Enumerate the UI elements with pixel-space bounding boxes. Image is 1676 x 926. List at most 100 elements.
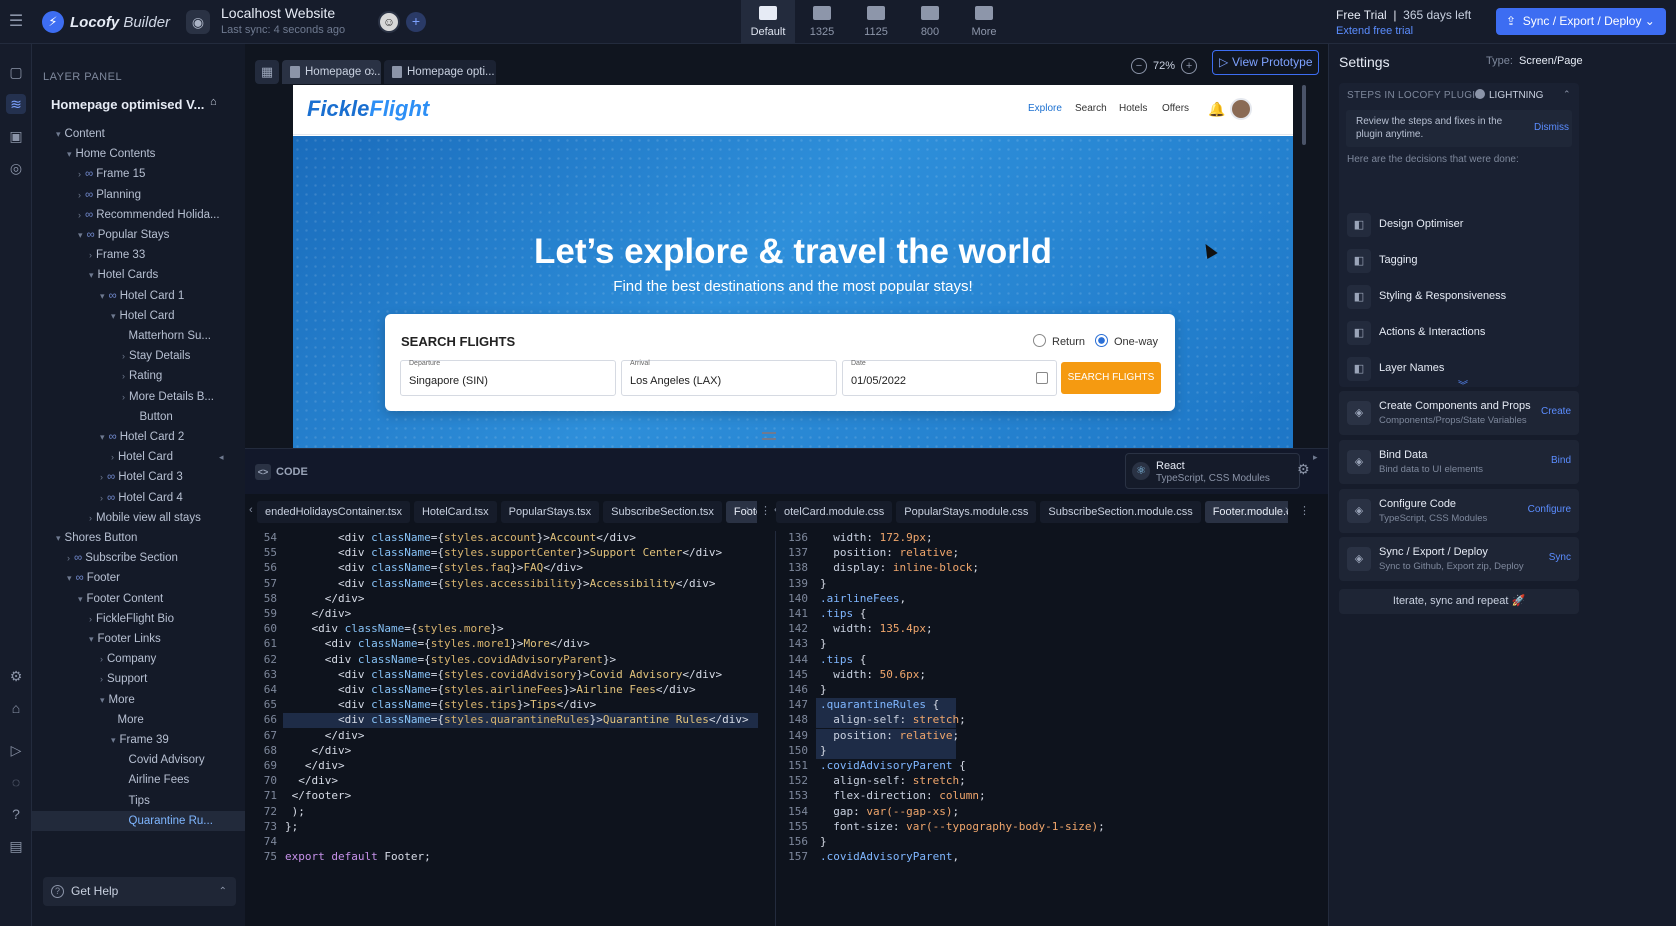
card-action-link[interactable]: Bind: [1551, 455, 1571, 466]
collapse-left-icon[interactable]: ◂: [219, 452, 224, 463]
grid-icon[interactable]: ▦: [255, 60, 279, 84]
card-action-link[interactable]: Create: [1541, 406, 1571, 417]
tsx-editor[interactable]: 54 <div className={styles.account}>Accou…: [245, 531, 770, 926]
get-help-button[interactable]: ? Get Help ⌃: [43, 877, 236, 906]
layer-item[interactable]: › Company: [32, 649, 245, 669]
file-tab[interactable]: endedHolidaysContainer.tsx: [257, 501, 410, 523]
layer-item[interactable]: › Support: [32, 669, 245, 689]
layer-item[interactable]: Covid Advisory: [32, 750, 245, 770]
caret-down-icon[interactable]: ▾: [100, 291, 105, 301]
more-vertical-icon[interactable]: ⋮: [1299, 504, 1310, 517]
layer-item[interactable]: ▾ Hotel Cards: [32, 265, 245, 285]
caret-right-icon[interactable]: ›: [122, 371, 125, 381]
caret-right-icon[interactable]: ›: [67, 553, 70, 563]
layer-item[interactable]: › Hotel Card: [32, 447, 245, 467]
caret-right-icon[interactable]: ›: [89, 513, 92, 523]
file-tab[interactable]: otelCard.module.css: [776, 501, 893, 523]
card-sync[interactable]: ◈ Sync / Export / Deploy Sync to Github, E…: [1339, 537, 1579, 581]
layer-item[interactable]: › ∞ Recommended Holida...: [32, 205, 245, 225]
file-tab[interactable]: PopularStays.module.css: [896, 501, 1037, 523]
step-styling-responsiveness[interactable]: ◧ Styling & Responsiveness: [1339, 281, 1579, 313]
layer-item[interactable]: › Rating: [32, 366, 245, 386]
home-icon[interactable]: ⌂: [6, 698, 26, 718]
preview-avatar[interactable]: [1230, 98, 1252, 120]
nav-hotels[interactable]: Hotels: [1119, 103, 1147, 114]
caret-right-icon[interactable]: ›: [78, 169, 81, 179]
preview-scrollbar[interactable]: [1302, 85, 1306, 145]
caret-down-icon[interactable]: ▾: [67, 573, 72, 583]
menu-icon[interactable]: ☰: [6, 12, 26, 32]
device-1325[interactable]: 1325: [795, 0, 849, 43]
bell-icon[interactable]: 🔔: [1208, 101, 1225, 118]
file-tab[interactable]: PopularStays.tsx: [500, 501, 600, 523]
card-configure[interactable]: ◈ Configure Code TypeScript, CSS Modules Co…: [1339, 489, 1579, 533]
device-800[interactable]: 800: [903, 0, 957, 43]
file-tab[interactable]: SubscribeSection.module.css: [1040, 501, 1201, 523]
nav-offers[interactable]: Offers: [1162, 103, 1189, 114]
layer-item[interactable]: Quarantine Ru...: [32, 810, 245, 831]
caret-right-icon[interactable]: ›: [111, 452, 114, 462]
layer-item[interactable]: Matterhorn Su...: [32, 326, 245, 346]
add-collaborator-icon[interactable]: +: [406, 12, 426, 32]
radio-return[interactable]: Return: [1033, 334, 1085, 348]
css-editor[interactable]: 136 width: 172.9px; 137 position: relativ…: [775, 531, 1328, 926]
caret-down-icon[interactable]: ▾: [89, 634, 94, 644]
layer-item[interactable]: ▾ Frame 39: [32, 730, 245, 750]
dismiss-link[interactable]: Dismiss: [1534, 122, 1569, 133]
sync-export-deploy-button[interactable]: ⇪ Sync / Export / Deploy ⌄: [1496, 8, 1666, 35]
step-design-optimiser[interactable]: ◧ Design Optimiser: [1339, 209, 1579, 241]
extend-trial-link[interactable]: Extend free trial: [1336, 25, 1413, 37]
layer-item[interactable]: › ∞ Frame 15: [32, 164, 245, 184]
caret-right-icon[interactable]: ›: [122, 392, 125, 402]
nav-explore[interactable]: Explore: [1028, 103, 1062, 114]
zoom-out-icon[interactable]: −: [1131, 58, 1147, 74]
layer-item[interactable]: ▾ Footer Links: [32, 629, 245, 649]
card-action-link[interactable]: Configure: [1528, 504, 1571, 515]
layer-item[interactable]: ▾ ∞ Popular Stays: [32, 225, 245, 245]
layer-item[interactable]: Button: [32, 407, 245, 427]
chevron-right-icon[interactable]: ›: [1285, 504, 1289, 516]
device-default[interactable]: Default: [741, 0, 795, 43]
layer-item[interactable]: ▾ Footer Content: [32, 589, 245, 609]
radio-one-way[interactable]: One-way: [1095, 334, 1158, 348]
code-settings-icon[interactable]: ⚙: [1297, 461, 1310, 478]
chevron-up-icon[interactable]: ⌃: [1563, 89, 1571, 100]
device-1125[interactable]: 1125: [849, 0, 903, 43]
card-action-link[interactable]: Sync: [1549, 552, 1571, 563]
design-preview[interactable]: FickleFlight Explore Search Hotels Offer…: [293, 85, 1293, 459]
caret-right-icon[interactable]: ›: [78, 210, 81, 220]
framework-selector[interactable]: ⚛ React TypeScript, CSS Modules: [1125, 453, 1300, 489]
view-prototype-button[interactable]: ▷ View Prototype: [1212, 50, 1319, 75]
caret-right-icon[interactable]: ›: [100, 674, 103, 684]
layer-item[interactable]: › More Details B...: [32, 387, 245, 407]
project-icon[interactable]: ◉: [186, 10, 210, 34]
play-icon[interactable]: ▷: [6, 740, 26, 760]
caret-down-icon[interactable]: ▾: [100, 432, 105, 442]
layer-item[interactable]: › ∞ Planning: [32, 185, 245, 205]
layer-item[interactable]: › ∞ Hotel Card 3: [32, 467, 245, 487]
pages-icon[interactable]: ▢: [6, 62, 26, 82]
caret-down-icon[interactable]: ▾: [111, 311, 116, 321]
arrival-field[interactable]: Arrival Los Angeles (LAX): [621, 360, 837, 396]
chevron-left-icon[interactable]: ‹: [249, 504, 253, 516]
zoom-in-icon[interactable]: +: [1181, 58, 1198, 74]
layer-item[interactable]: ▾ Content: [32, 124, 245, 144]
caret-right-icon[interactable]: ›: [100, 472, 103, 482]
layer-item[interactable]: › Stay Details: [32, 346, 245, 366]
caret-down-icon[interactable]: ▾: [56, 129, 61, 139]
chat-icon[interactable]: ▤: [6, 836, 26, 856]
search-flights-button[interactable]: SEARCH FLIGHTS: [1061, 362, 1161, 394]
layer-item[interactable]: › Frame 33: [32, 245, 245, 265]
page-tab[interactable]: Homepage o... ⌂: [282, 60, 381, 84]
caret-down-icon[interactable]: ▾: [56, 533, 61, 543]
layer-item[interactable]: › FickleFlight Bio: [32, 609, 245, 629]
github-icon[interactable]: ◎: [6, 158, 26, 178]
file-tab[interactable]: SubscribeSection.tsx: [603, 501, 722, 523]
file-tab[interactable]: Footer.tsx: [725, 501, 757, 523]
bulb-icon[interactable]: ◌: [6, 772, 26, 792]
layers-icon[interactable]: ≋: [6, 94, 26, 114]
caret-down-icon[interactable]: ▾: [100, 695, 105, 705]
caret-right-icon[interactable]: ›: [122, 351, 125, 361]
layer-item[interactable]: ▾ ∞ Footer: [32, 568, 245, 588]
layer-item[interactable]: Tips: [32, 791, 245, 811]
